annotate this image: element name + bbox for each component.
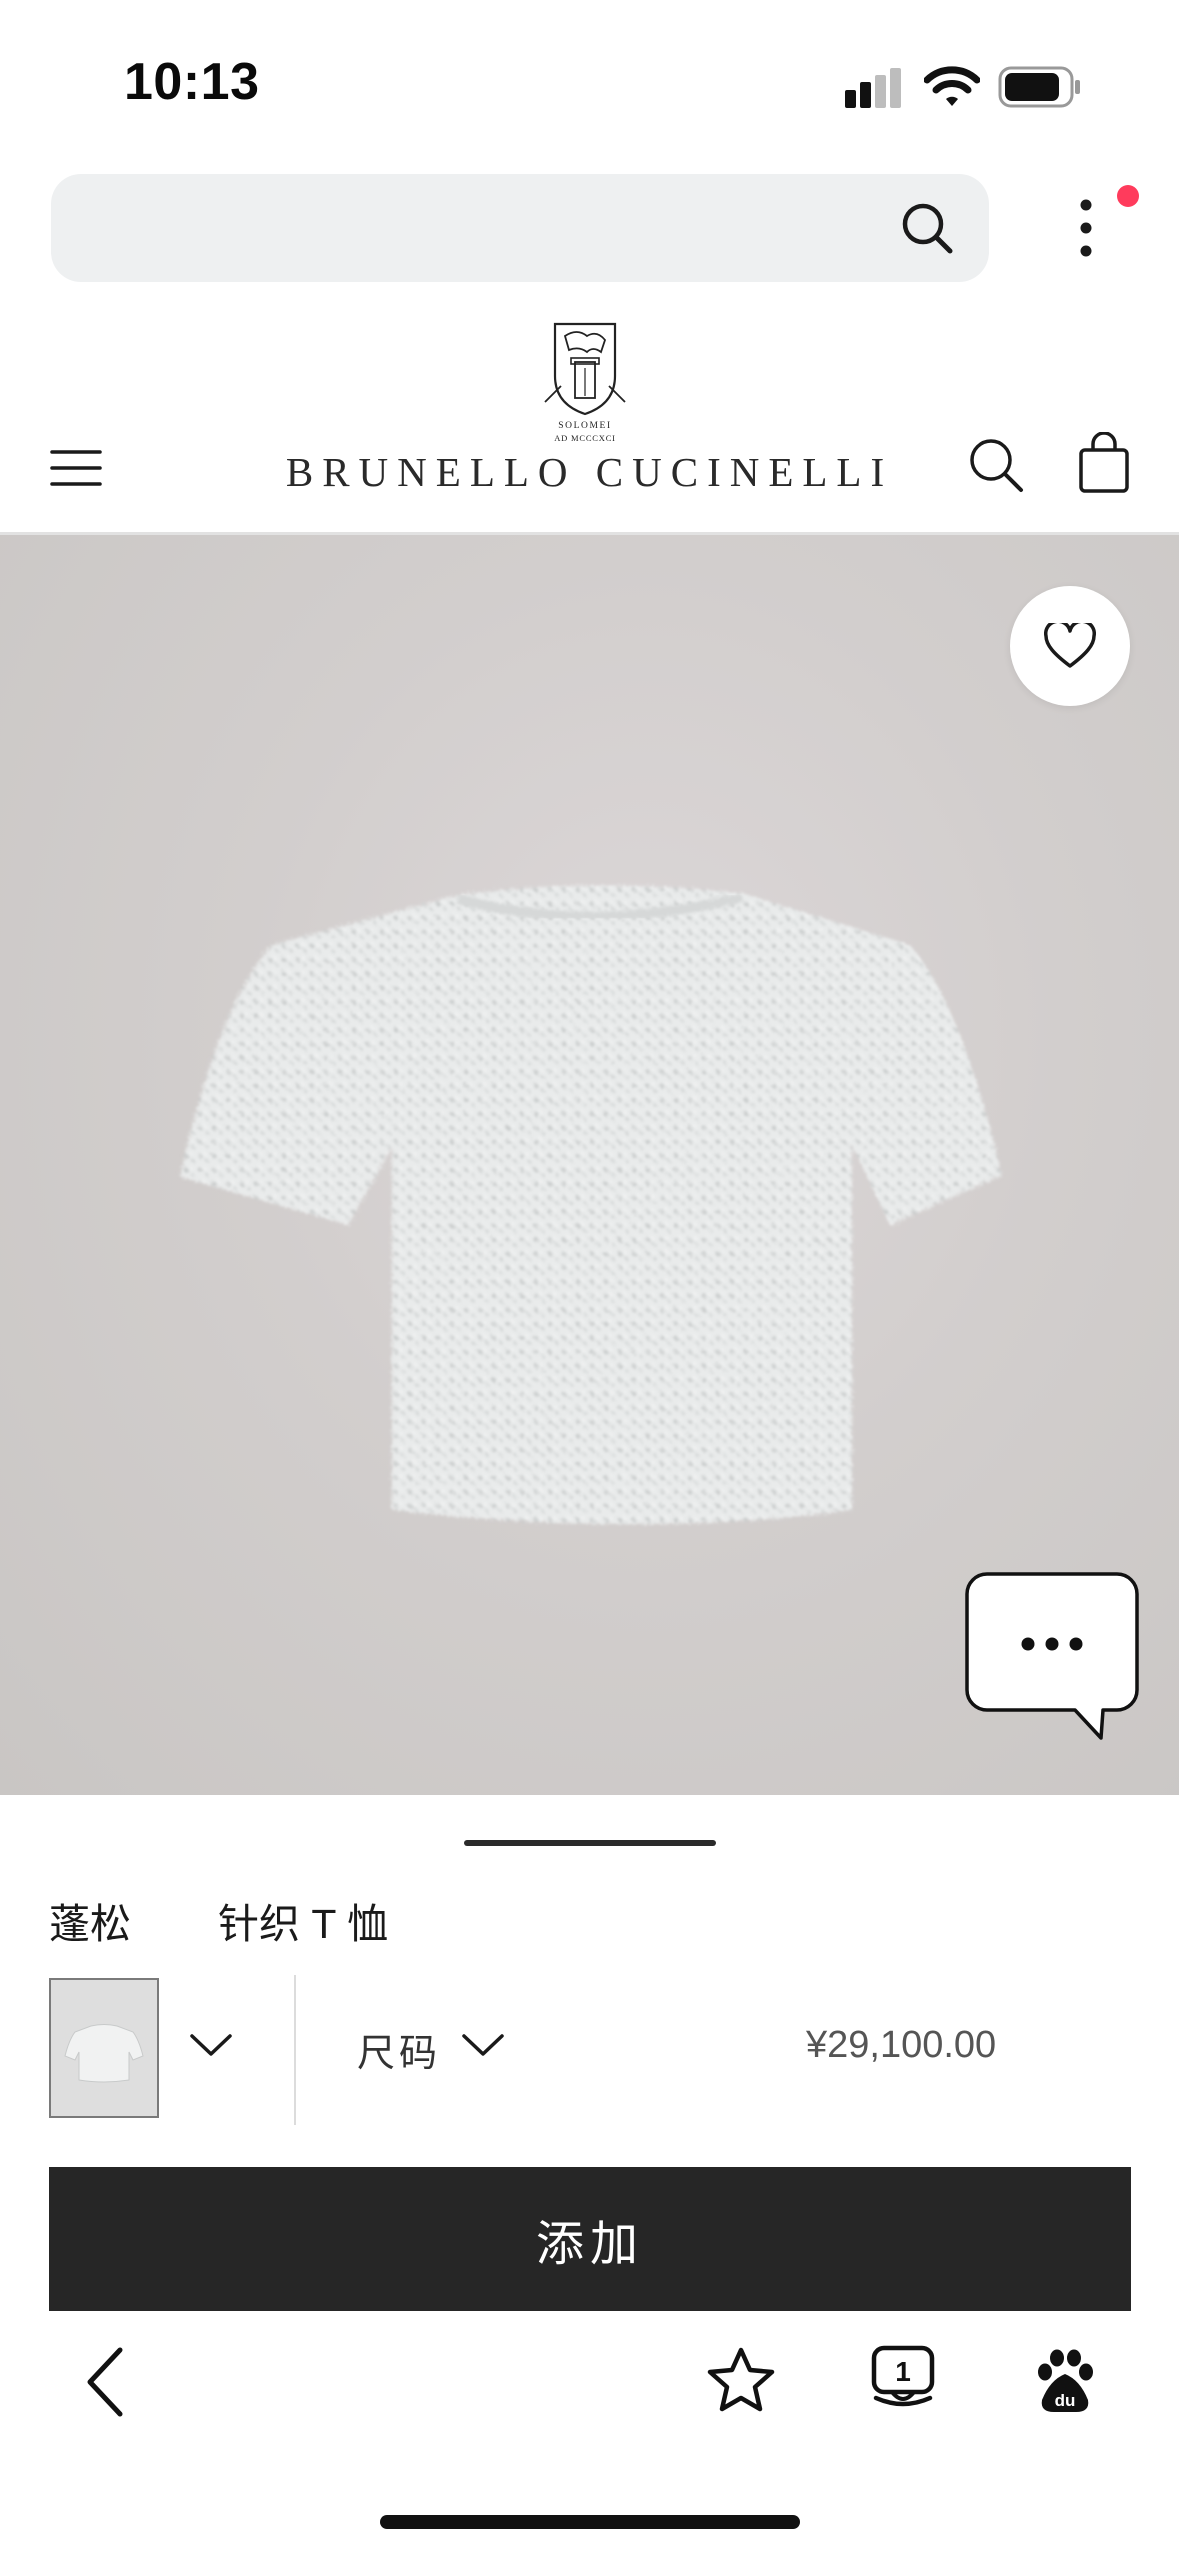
- product-name-part: 蓬松: [49, 1901, 131, 1947]
- heart-icon: [1044, 623, 1096, 668]
- chevron-down-icon[interactable]: [188, 2030, 234, 2060]
- search-bar[interactable]: [51, 174, 989, 284]
- search-icon[interactable]: [967, 436, 1025, 494]
- favorite-button[interactable]: [1010, 586, 1130, 706]
- shopping-bag-icon[interactable]: [1078, 432, 1130, 494]
- chevron-down-icon[interactable]: [460, 2030, 506, 2060]
- svg-text:du: du: [1055, 2391, 1076, 2410]
- size-selector-label[interactable]: 尺码: [357, 2022, 441, 2077]
- back-arrow-icon[interactable]: [80, 2344, 130, 2420]
- tabs-icon[interactable]: 1: [870, 2344, 936, 2414]
- tab-count: 1: [895, 2356, 911, 2387]
- logo-bottom-text: AD MCCCXCI: [554, 433, 616, 443]
- baidu-paw-icon[interactable]: du: [1030, 2346, 1100, 2416]
- product-name-part: 针织 T 恤: [218, 1901, 389, 1947]
- logo-top-text: SOLOMEI: [558, 421, 611, 431]
- wifi-icon: [924, 66, 980, 106]
- battery-icon: [998, 66, 1080, 108]
- chat-bubble-icon[interactable]: [965, 1572, 1140, 1742]
- add-to-bag-button[interactable]: 添加: [49, 2167, 1131, 2311]
- status-time: 10:13: [124, 53, 260, 111]
- search-icon[interactable]: [897, 198, 957, 258]
- brand-logo[interactable]: SOLOMEI AD MCCCXCI: [541, 318, 629, 446]
- product-price: ¥29,100.00: [806, 2024, 997, 2066]
- home-indicator: [380, 2515, 800, 2529]
- signal-icon: [845, 68, 901, 108]
- sheet-drag-handle[interactable]: [464, 1840, 716, 1846]
- notification-dot: [1117, 185, 1139, 207]
- selector-divider: [294, 1975, 296, 2125]
- star-icon[interactable]: [706, 2346, 776, 2414]
- product-thumbnail: [51, 1980, 157, 2116]
- color-swatch-thumbnail[interactable]: [49, 1978, 159, 2118]
- search-input[interactable]: [81, 174, 865, 284]
- more-vertical-icon[interactable]: [1070, 180, 1140, 270]
